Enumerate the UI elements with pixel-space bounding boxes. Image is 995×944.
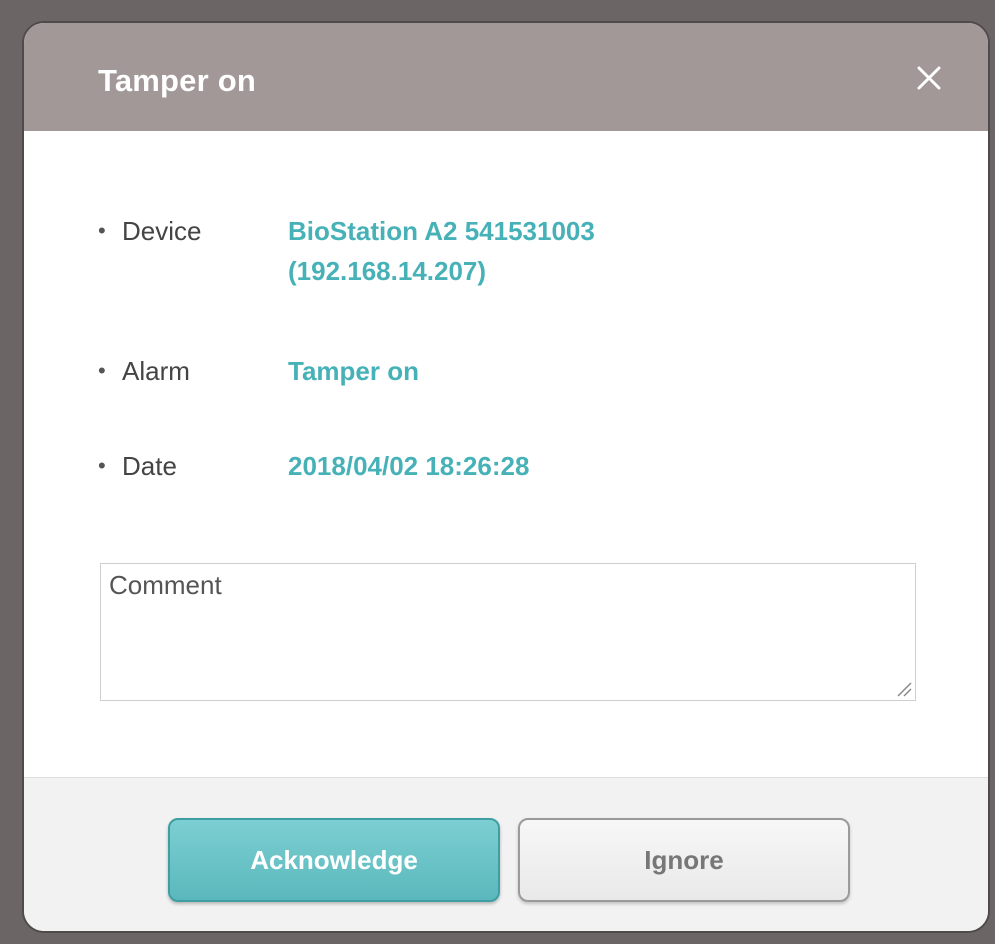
comment-textarea[interactable]: [100, 563, 916, 701]
alarm-value: Tamper on: [288, 356, 419, 386]
device-value: BioStation A2 541531003 (192.168.14.207): [288, 211, 595, 291]
dialog-title: Tamper on: [98, 63, 256, 98]
resize-grip-icon[interactable]: [894, 679, 912, 697]
device-label: Device: [122, 216, 202, 246]
date-row: • Date 2018/04/02 18:26:28: [98, 446, 529, 486]
bullet: •: [98, 453, 106, 478]
alarm-label: Alarm: [122, 356, 190, 386]
dialog-header: Tamper on: [24, 23, 988, 131]
device-row: • Device BioStation A2 541531003 (192.16…: [98, 211, 595, 291]
dialog-footer: Acknowledge Ignore: [24, 777, 988, 931]
ignore-button[interactable]: Ignore: [518, 818, 850, 902]
alarm-dialog: Tamper on • Device BioStation A2 5415310…: [22, 21, 990, 933]
date-label: Date: [122, 451, 177, 481]
bullet: •: [98, 218, 106, 243]
device-value-name: BioStation A2 541531003: [288, 216, 595, 246]
date-value: 2018/04/02 18:26:28: [288, 451, 530, 481]
alarm-row: • Alarm Tamper on: [98, 351, 419, 391]
close-button[interactable]: [904, 53, 954, 103]
acknowledge-button[interactable]: Acknowledge: [168, 818, 500, 902]
bullet: •: [98, 358, 106, 383]
close-icon: [917, 66, 941, 90]
device-value-ip: (192.168.14.207): [288, 256, 487, 286]
